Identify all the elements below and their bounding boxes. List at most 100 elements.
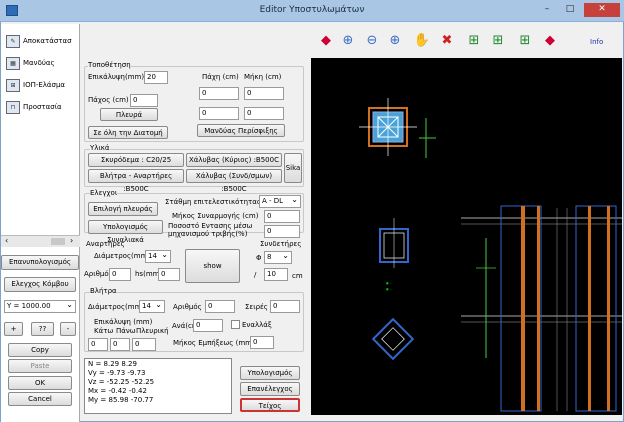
lateral-cover-input[interactable]: 0 — [132, 338, 156, 351]
title-bar: Editor Υποστυλωμάτων – □ ✕ — [0, 0, 624, 22]
cover-input[interactable]: 20 — [144, 71, 168, 84]
embed-length-input[interactable]: 0 — [250, 336, 274, 349]
window-title: Editor Υποστυλωμάτων — [259, 5, 365, 15]
column-elevation — [461, 205, 622, 412]
zoom-window-icon[interactable]: ⊕ — [384, 30, 406, 52]
length-input-2[interactable]: 0 — [244, 107, 284, 120]
recheck-button[interactable]: Επανέλεγχος — [240, 382, 300, 396]
dowels-count-label: Αριθμός — [173, 303, 202, 311]
links-diam-select[interactable]: 8 — [264, 250, 292, 264]
minimize-icon[interactable]: – — [536, 3, 558, 17]
sidebar-item-protection[interactable]: ⊓ Προστασία — [6, 98, 62, 116]
grid-icon-3[interactable]: ⊞ — [514, 30, 536, 52]
recalc-button[interactable]: Επανυπολογισμός — [1, 255, 79, 270]
length-input-1[interactable]: 0 — [244, 87, 284, 100]
top-cover-input[interactable]: 0 — [110, 338, 130, 351]
length-col-header: Μήκη (cm) — [244, 73, 282, 81]
calculate-button[interactable]: Υπολογισμός — [240, 366, 300, 380]
alternate-checkbox[interactable] — [231, 320, 240, 329]
ok-button[interactable]: OK — [8, 376, 72, 390]
zoom-in-icon[interactable]: ⊕ — [337, 30, 359, 52]
column-section-small: ● ... ● ... — [379, 218, 409, 291]
phi-label: Φ — [256, 254, 262, 262]
jacket-icon: ▦ — [6, 56, 20, 70]
anchors-button[interactable]: Βλήτρα - Αναρτήρες :B500C — [88, 169, 184, 193]
show-button[interactable]: show — [185, 249, 240, 283]
qq-button[interactable]: ?? — [31, 322, 54, 336]
thick-input-2[interactable]: 0 — [199, 107, 239, 120]
cancel-button[interactable]: Cancel — [8, 392, 72, 406]
sidebar-scrollbar[interactable]: ‹ › — [1, 235, 80, 247]
rows-input[interactable]: 0 — [270, 300, 300, 313]
checks-title: Ελεγχοι — [90, 189, 118, 197]
check-node-button[interactable]: Ελεγχος Κόμβου — [4, 277, 76, 292]
bottom-cover-input[interactable]: 0 — [88, 338, 108, 351]
hangers-diam-select[interactable]: 14 — [145, 249, 171, 263]
close-icon[interactable]: ✕ — [584, 3, 620, 17]
result-line: Vz = -52.25 -52.25 — [88, 378, 155, 386]
confinement-jacket-button[interactable]: Μανδύας Περίσφιξης — [197, 124, 285, 137]
hangers-count-input[interactable]: 0 — [109, 268, 131, 281]
grid-icon-2[interactable]: ⊞ — [487, 30, 509, 52]
drawing-canvas[interactable]: ● ... ● ... — [311, 58, 622, 415]
sidebar-item-jacket[interactable]: ▦ Μανδύας — [6, 54, 55, 72]
minus-button[interactable]: - — [60, 322, 76, 336]
grid-icon-1[interactable]: ⊞ — [463, 30, 485, 52]
slash-label: / — [254, 271, 257, 279]
paste-button[interactable]: Paste — [8, 359, 72, 373]
thick-col-header: Πάχη (cm) — [202, 73, 239, 81]
placement-title: Τοποθέτηση — [88, 61, 131, 69]
scroll-right-icon[interactable]: › — [70, 236, 73, 245]
delete-icon[interactable]: ✖ — [436, 30, 458, 52]
3d-view-icon[interactable]: ◆ — [315, 30, 337, 52]
pan-hand-icon[interactable]: ✋ — [411, 30, 433, 52]
3d-color-icon[interactable]: ◆ — [539, 30, 561, 52]
copy-button[interactable]: Copy — [8, 343, 72, 357]
thickness-input[interactable]: 0 — [130, 94, 158, 107]
side-choice-button[interactable]: Επιλογή πλευράς — [88, 202, 158, 216]
y-value-select[interactable]: Y = 1000.00 — [4, 299, 76, 313]
anchor-length-label: Μήκος Συναρμογής (cm) — [172, 212, 259, 220]
result-line: N = 8.29 8.29 — [88, 360, 137, 368]
sidebar-item-frp[interactable]: ⊞ ΙΟΠ-Ελάσμα — [6, 76, 65, 94]
sidebar-item-restore[interactable]: ✎ Αποκατάστασ — [6, 32, 72, 50]
friction-ratio-label: Ποσοστό Εντασης μέσω μηχανισμού τριβής(%… — [168, 222, 253, 238]
dowels-cover-label: Επικάλυψη (mm) — [94, 318, 153, 326]
wall-button[interactable]: Τείχος — [240, 398, 300, 412]
results-box[interactable]: N = 8.29 8.29 Vy = -9.73 -9.73 Vz = -52.… — [84, 358, 232, 414]
scroll-left-icon[interactable]: ‹ — [5, 236, 8, 245]
result-line: Vy = -9.73 -9.73 — [88, 369, 146, 377]
cover-label: Επικάλυψη(mm) — [88, 73, 145, 81]
links-spacing-input[interactable]: 10 — [264, 268, 288, 281]
column-section-rotated — [371, 317, 415, 361]
hs-input[interactable]: 0 — [158, 268, 180, 281]
materials-title: Υλικά — [90, 144, 110, 152]
side-button[interactable]: Πλευρά — [100, 108, 158, 121]
column-section-main — [359, 98, 436, 158]
plus-button[interactable]: + — [4, 322, 23, 336]
link-steel-button[interactable]: Χάλυβας (Συνδ/σμων) :B500C — [186, 169, 282, 193]
performance-select[interactable]: A - DL — [259, 194, 301, 208]
frp-icon: ⊞ — [6, 78, 20, 92]
result-line: Mx = -0.42 -0.42 — [88, 387, 147, 395]
main-steel-button[interactable]: Χάλυβας (Κύριος) :B500C — [186, 153, 282, 167]
dowels-diam-select[interactable]: 14 — [139, 299, 165, 313]
embed-length-label: Μήκος Εμπήξεως (mm) — [173, 339, 255, 347]
result-line: My = 85.98 -70.77 — [88, 396, 154, 404]
svg-text:● ...: ● ... — [386, 287, 392, 291]
calc-shear-button[interactable]: Υπολογισμός Συναλιακά — [88, 220, 163, 244]
protection-icon: ⊓ — [6, 100, 20, 114]
all-section-button[interactable]: Σε όλη την Διατομή — [88, 126, 168, 139]
thick-input-1[interactable]: 0 — [199, 87, 239, 100]
maximize-icon[interactable]: □ — [559, 3, 581, 17]
thickness-label: Πάχος (cm) — [88, 96, 129, 104]
friction-ratio-input[interactable]: 0 — [264, 225, 300, 238]
zoom-out-icon[interactable]: ⊖ — [361, 30, 383, 52]
sika-button[interactable]: Sika — [284, 153, 302, 183]
dowels-count-input[interactable]: 0 — [205, 300, 235, 313]
scroll-thumb[interactable] — [51, 238, 65, 245]
info-link[interactable]: Info — [590, 38, 603, 46]
concrete-button[interactable]: Σκυρόδεμα : C20/25 — [88, 153, 184, 167]
per-input[interactable]: 0 — [193, 319, 223, 332]
anchor-length-input[interactable]: 0 — [264, 210, 300, 223]
